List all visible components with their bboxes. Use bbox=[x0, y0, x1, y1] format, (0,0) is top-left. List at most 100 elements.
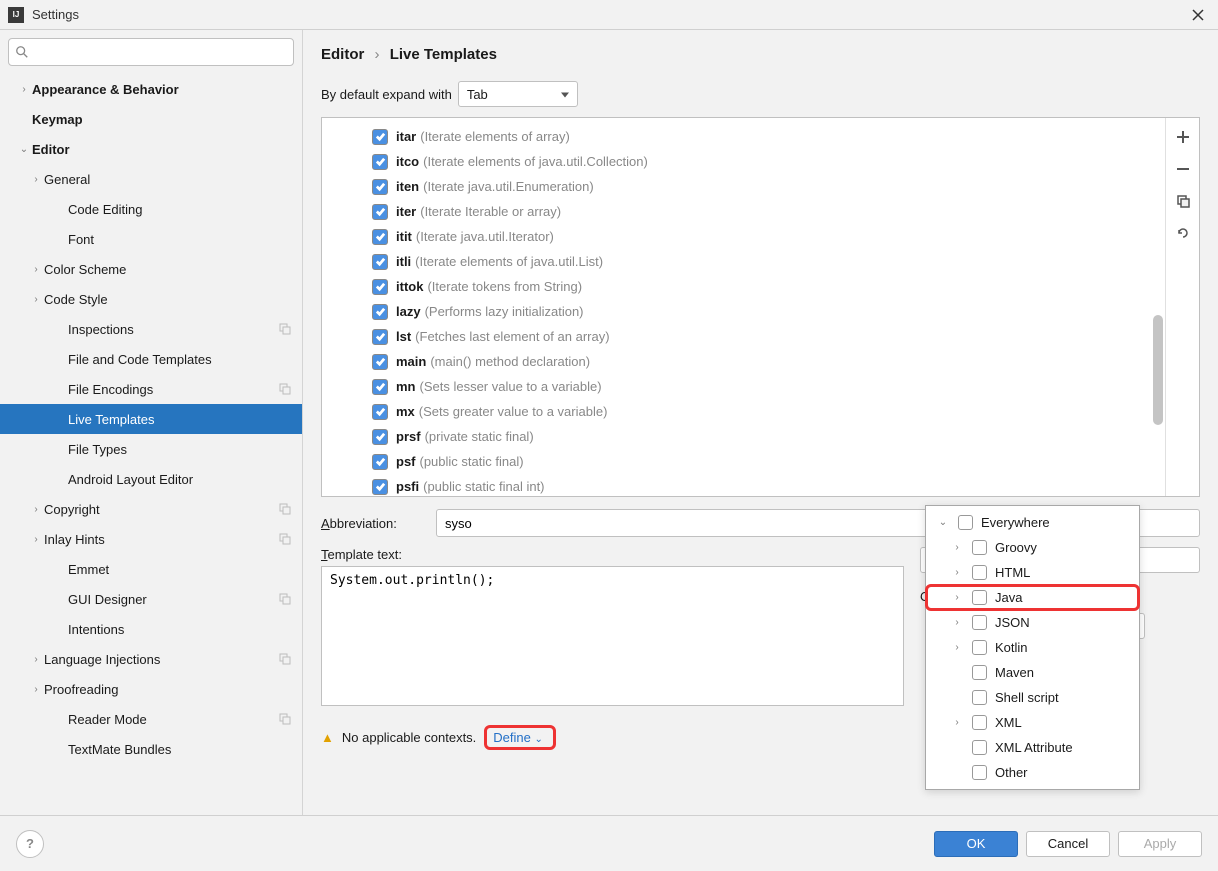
template-checkbox[interactable] bbox=[372, 329, 388, 345]
sidebar-item-inspections[interactable]: Inspections bbox=[0, 314, 302, 344]
sidebar-item-reader-mode[interactable]: Reader Mode bbox=[0, 704, 302, 734]
template-checkbox[interactable] bbox=[372, 479, 388, 495]
template-desc: (Iterate Iterable or array) bbox=[420, 204, 561, 219]
sidebar-item-general[interactable]: ›General bbox=[0, 164, 302, 194]
help-button[interactable]: ? bbox=[16, 830, 44, 858]
template-row[interactable]: iten(Iterate java.util.Enumeration) bbox=[322, 174, 1165, 199]
template-checkbox[interactable] bbox=[372, 129, 388, 145]
sidebar-item-code-editing[interactable]: Code Editing bbox=[0, 194, 302, 224]
popup-item-shell-script[interactable]: Shell script bbox=[926, 685, 1139, 710]
template-desc: (Fetches last element of an array) bbox=[415, 329, 609, 344]
apply-button[interactable]: Apply bbox=[1118, 831, 1202, 857]
sidebar-item-language-injections[interactable]: ›Language Injections bbox=[0, 644, 302, 674]
sidebar-item-live-templates[interactable]: Live Templates bbox=[0, 404, 302, 434]
template-checkbox[interactable] bbox=[372, 404, 388, 420]
sidebar-item-android-layout-editor[interactable]: Android Layout Editor bbox=[0, 464, 302, 494]
template-checkbox[interactable] bbox=[372, 154, 388, 170]
template-list[interactable]: itar(Iterate elements of array)itco(Iter… bbox=[322, 118, 1165, 496]
template-row[interactable]: iter(Iterate Iterable or array) bbox=[322, 199, 1165, 224]
sidebar-item-intentions[interactable]: Intentions bbox=[0, 614, 302, 644]
sidebar-item-color-scheme[interactable]: ›Color Scheme bbox=[0, 254, 302, 284]
popup-checkbox[interactable] bbox=[972, 565, 987, 580]
template-row[interactable]: psf(public static final) bbox=[322, 449, 1165, 474]
popup-checkbox[interactable] bbox=[972, 690, 987, 705]
template-checkbox[interactable] bbox=[372, 204, 388, 220]
popup-item-json[interactable]: ›JSON bbox=[926, 610, 1139, 635]
search-box[interactable] bbox=[8, 38, 294, 66]
template-checkbox[interactable] bbox=[372, 229, 388, 245]
expand-select[interactable]: Tab bbox=[458, 81, 578, 107]
popup-item-everywhere[interactable]: ⌄Everywhere bbox=[926, 510, 1139, 535]
search-input[interactable] bbox=[35, 45, 287, 60]
template-checkbox[interactable] bbox=[372, 254, 388, 270]
template-checkbox[interactable] bbox=[372, 379, 388, 395]
sidebar-item-copyright[interactable]: ›Copyright bbox=[0, 494, 302, 524]
popup-item-html[interactable]: ›HTML bbox=[926, 560, 1139, 585]
define-link[interactable]: Define ⌄ bbox=[493, 730, 543, 745]
template-row[interactable]: ittok(Iterate tokens from String) bbox=[322, 274, 1165, 299]
popup-item-label: XML bbox=[995, 715, 1022, 730]
sidebar-item-label: Editor bbox=[32, 142, 302, 157]
popup-item-xml[interactable]: ›XML bbox=[926, 710, 1139, 735]
popup-item-kotlin[interactable]: ›Kotlin bbox=[926, 635, 1139, 660]
popup-checkbox[interactable] bbox=[972, 715, 987, 730]
template-row[interactable]: lazy(Performs lazy initialization) bbox=[322, 299, 1165, 324]
popup-item-java[interactable]: ›Java bbox=[926, 585, 1139, 610]
popup-checkbox[interactable] bbox=[972, 740, 987, 755]
search-icon bbox=[15, 45, 29, 59]
sidebar-item-emmet[interactable]: Emmet bbox=[0, 554, 302, 584]
popup-checkbox[interactable] bbox=[972, 540, 987, 555]
sidebar-item-inlay-hints[interactable]: ›Inlay Hints bbox=[0, 524, 302, 554]
sidebar-item-textmate-bundles[interactable]: TextMate Bundles bbox=[0, 734, 302, 764]
template-row[interactable]: itar(Iterate elements of array) bbox=[322, 124, 1165, 149]
template-row[interactable]: itco(Iterate elements of java.util.Colle… bbox=[322, 149, 1165, 174]
sidebar-item-file-types[interactable]: File Types bbox=[0, 434, 302, 464]
popup-checkbox[interactable] bbox=[958, 515, 973, 530]
popup-item-label: XML Attribute bbox=[995, 740, 1073, 755]
sidebar-item-gui-designer[interactable]: GUI Designer bbox=[0, 584, 302, 614]
popup-checkbox[interactable] bbox=[972, 615, 987, 630]
sidebar-item-proofreading[interactable]: ›Proofreading bbox=[0, 674, 302, 704]
popup-item-groovy[interactable]: ›Groovy bbox=[926, 535, 1139, 560]
template-row[interactable]: lst(Fetches last element of an array) bbox=[322, 324, 1165, 349]
template-row[interactable]: itit(Iterate java.util.Iterator) bbox=[322, 224, 1165, 249]
popup-checkbox[interactable] bbox=[972, 640, 987, 655]
template-row[interactable]: main(main() method declaration) bbox=[322, 349, 1165, 374]
popup-item-other[interactable]: Other bbox=[926, 760, 1139, 785]
template-checkbox[interactable] bbox=[372, 454, 388, 470]
template-checkbox[interactable] bbox=[372, 279, 388, 295]
copy-button[interactable] bbox=[1172, 190, 1194, 212]
popup-item-xml-attribute[interactable]: XML Attribute bbox=[926, 735, 1139, 760]
sidebar-item-editor[interactable]: ⌄Editor bbox=[0, 134, 302, 164]
template-checkbox[interactable] bbox=[372, 179, 388, 195]
cancel-button[interactable]: Cancel bbox=[1026, 831, 1110, 857]
breadcrumb: Editor › Live Templates bbox=[321, 46, 1200, 63]
sidebar-item-file-encodings[interactable]: File Encodings bbox=[0, 374, 302, 404]
sidebar-item-appearance-behavior[interactable]: ›Appearance & Behavior bbox=[0, 74, 302, 104]
remove-button[interactable] bbox=[1172, 158, 1194, 180]
popup-item-maven[interactable]: Maven bbox=[926, 660, 1139, 685]
popup-checkbox[interactable] bbox=[972, 665, 987, 680]
template-checkbox[interactable] bbox=[372, 429, 388, 445]
template-text-input[interactable] bbox=[321, 566, 904, 706]
scrollbar-thumb[interactable] bbox=[1153, 315, 1163, 425]
template-checkbox[interactable] bbox=[372, 304, 388, 320]
template-row[interactable]: prsf(private static final) bbox=[322, 424, 1165, 449]
template-text-label: Template text: bbox=[321, 547, 904, 562]
sidebar-item-code-style[interactable]: ›Code Style bbox=[0, 284, 302, 314]
sidebar-item-file-and-code-templates[interactable]: File and Code Templates bbox=[0, 344, 302, 374]
popup-checkbox[interactable] bbox=[972, 590, 987, 605]
template-row[interactable]: psfi(public static final int) bbox=[322, 474, 1165, 496]
ok-button[interactable]: OK bbox=[934, 831, 1018, 857]
template-row[interactable]: itli(Iterate elements of java.util.List) bbox=[322, 249, 1165, 274]
popup-checkbox[interactable] bbox=[972, 765, 987, 780]
template-checkbox[interactable] bbox=[372, 354, 388, 370]
close-icon[interactable] bbox=[1186, 3, 1210, 27]
revert-button[interactable] bbox=[1172, 222, 1194, 244]
template-row[interactable]: mn(Sets lesser value to a variable) bbox=[322, 374, 1165, 399]
sidebar-item-font[interactable]: Font bbox=[0, 224, 302, 254]
add-button[interactable] bbox=[1172, 126, 1194, 148]
sidebar-item-keymap[interactable]: Keymap bbox=[0, 104, 302, 134]
template-row[interactable]: mx(Sets greater value to a variable) bbox=[322, 399, 1165, 424]
content-area: Editor › Live Templates By default expan… bbox=[303, 30, 1218, 815]
